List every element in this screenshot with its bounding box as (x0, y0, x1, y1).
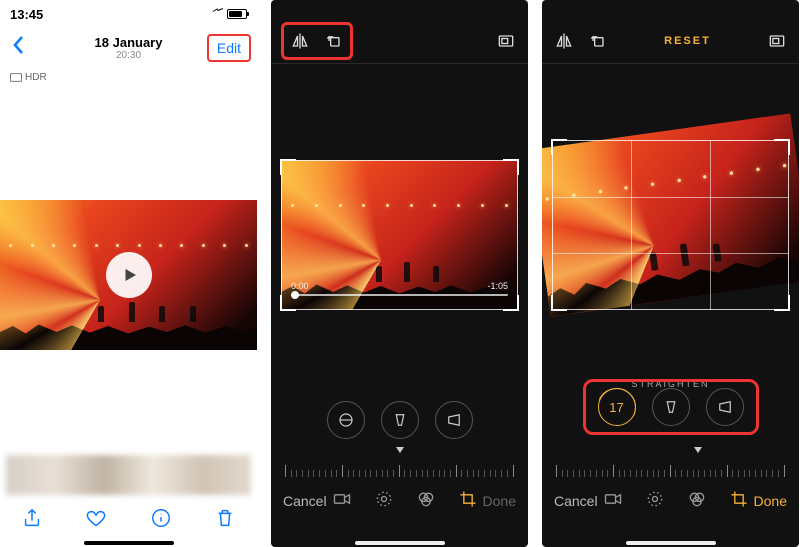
mode-crop[interactable] (458, 489, 478, 514)
aspect-ratio-button[interactable] (765, 29, 789, 53)
home-indicator[interactable] (355, 541, 445, 545)
flip-horizontal-button[interactable] (288, 29, 312, 53)
favorite-button[interactable] (85, 507, 107, 534)
angle-dial[interactable] (556, 451, 785, 477)
bottom-toolbar (0, 503, 257, 537)
cancel-button[interactable]: Cancel (283, 493, 327, 509)
angle-dial[interactable] (285, 451, 514, 477)
mode-adjust[interactable] (374, 489, 394, 514)
mode-filters[interactable] (416, 489, 436, 514)
mode-bar: Cancel Done (271, 485, 528, 517)
hdr-badge: HDR (0, 68, 257, 87)
home-indicator[interactable] (84, 541, 174, 545)
adjust-controls (271, 401, 528, 439)
back-button[interactable] (6, 34, 32, 62)
share-button[interactable] (21, 507, 43, 534)
status-time: 13:45 (10, 7, 43, 22)
straighten-control[interactable] (327, 401, 365, 439)
info-button[interactable] (150, 507, 172, 534)
crop-frame[interactable] (552, 140, 789, 310)
straighten-editor-screen: RESET STRAIGHTEN 17 (542, 0, 799, 547)
vertical-perspective-control[interactable] (652, 388, 690, 426)
flip-horizontal-button[interactable] (552, 29, 576, 53)
done-button[interactable]: Done (483, 493, 516, 509)
video-preview[interactable] (0, 200, 257, 350)
mode-video[interactable] (603, 489, 623, 514)
crop-frame[interactable]: 0:00 -1:05 (281, 160, 518, 310)
horizontal-perspective-control[interactable] (706, 388, 744, 426)
adjust-controls-highlight: 17 (583, 379, 759, 435)
nav-bar: 18 January 20:30 Edit (0, 28, 257, 68)
battery-icon (211, 8, 247, 20)
rotate-button[interactable] (322, 29, 346, 53)
editor-topbar: RESET (542, 18, 799, 64)
status-bar: 13:45 (0, 0, 257, 28)
mode-adjust[interactable] (645, 489, 665, 514)
photos-viewer-screen: 13:45 18 January 20:30 Edit HDR (0, 0, 257, 547)
play-button[interactable] (106, 252, 152, 298)
straighten-control[interactable]: 17 (598, 388, 636, 426)
delete-button[interactable] (214, 507, 236, 534)
editor-topbar (271, 18, 528, 64)
horizontal-perspective-control[interactable] (435, 401, 473, 439)
mode-filters[interactable] (687, 489, 707, 514)
mode-bar: Cancel Done (542, 485, 799, 517)
crop-editor-screen: 0:00 -1:05 Cancel (271, 0, 528, 547)
reset-button[interactable]: RESET (664, 35, 711, 47)
thumbnail-strip[interactable] (6, 455, 251, 495)
home-indicator[interactable] (626, 541, 716, 545)
done-button[interactable]: Done (754, 493, 787, 509)
rotate-button[interactable] (586, 29, 610, 53)
mode-video[interactable] (332, 489, 352, 514)
highlight-flip-rotate (281, 22, 353, 60)
mode-crop[interactable] (729, 489, 749, 514)
cancel-button[interactable]: Cancel (554, 493, 598, 509)
aspect-ratio-button[interactable] (494, 29, 518, 53)
edit-button[interactable]: Edit (207, 34, 251, 62)
vertical-perspective-control[interactable] (381, 401, 419, 439)
